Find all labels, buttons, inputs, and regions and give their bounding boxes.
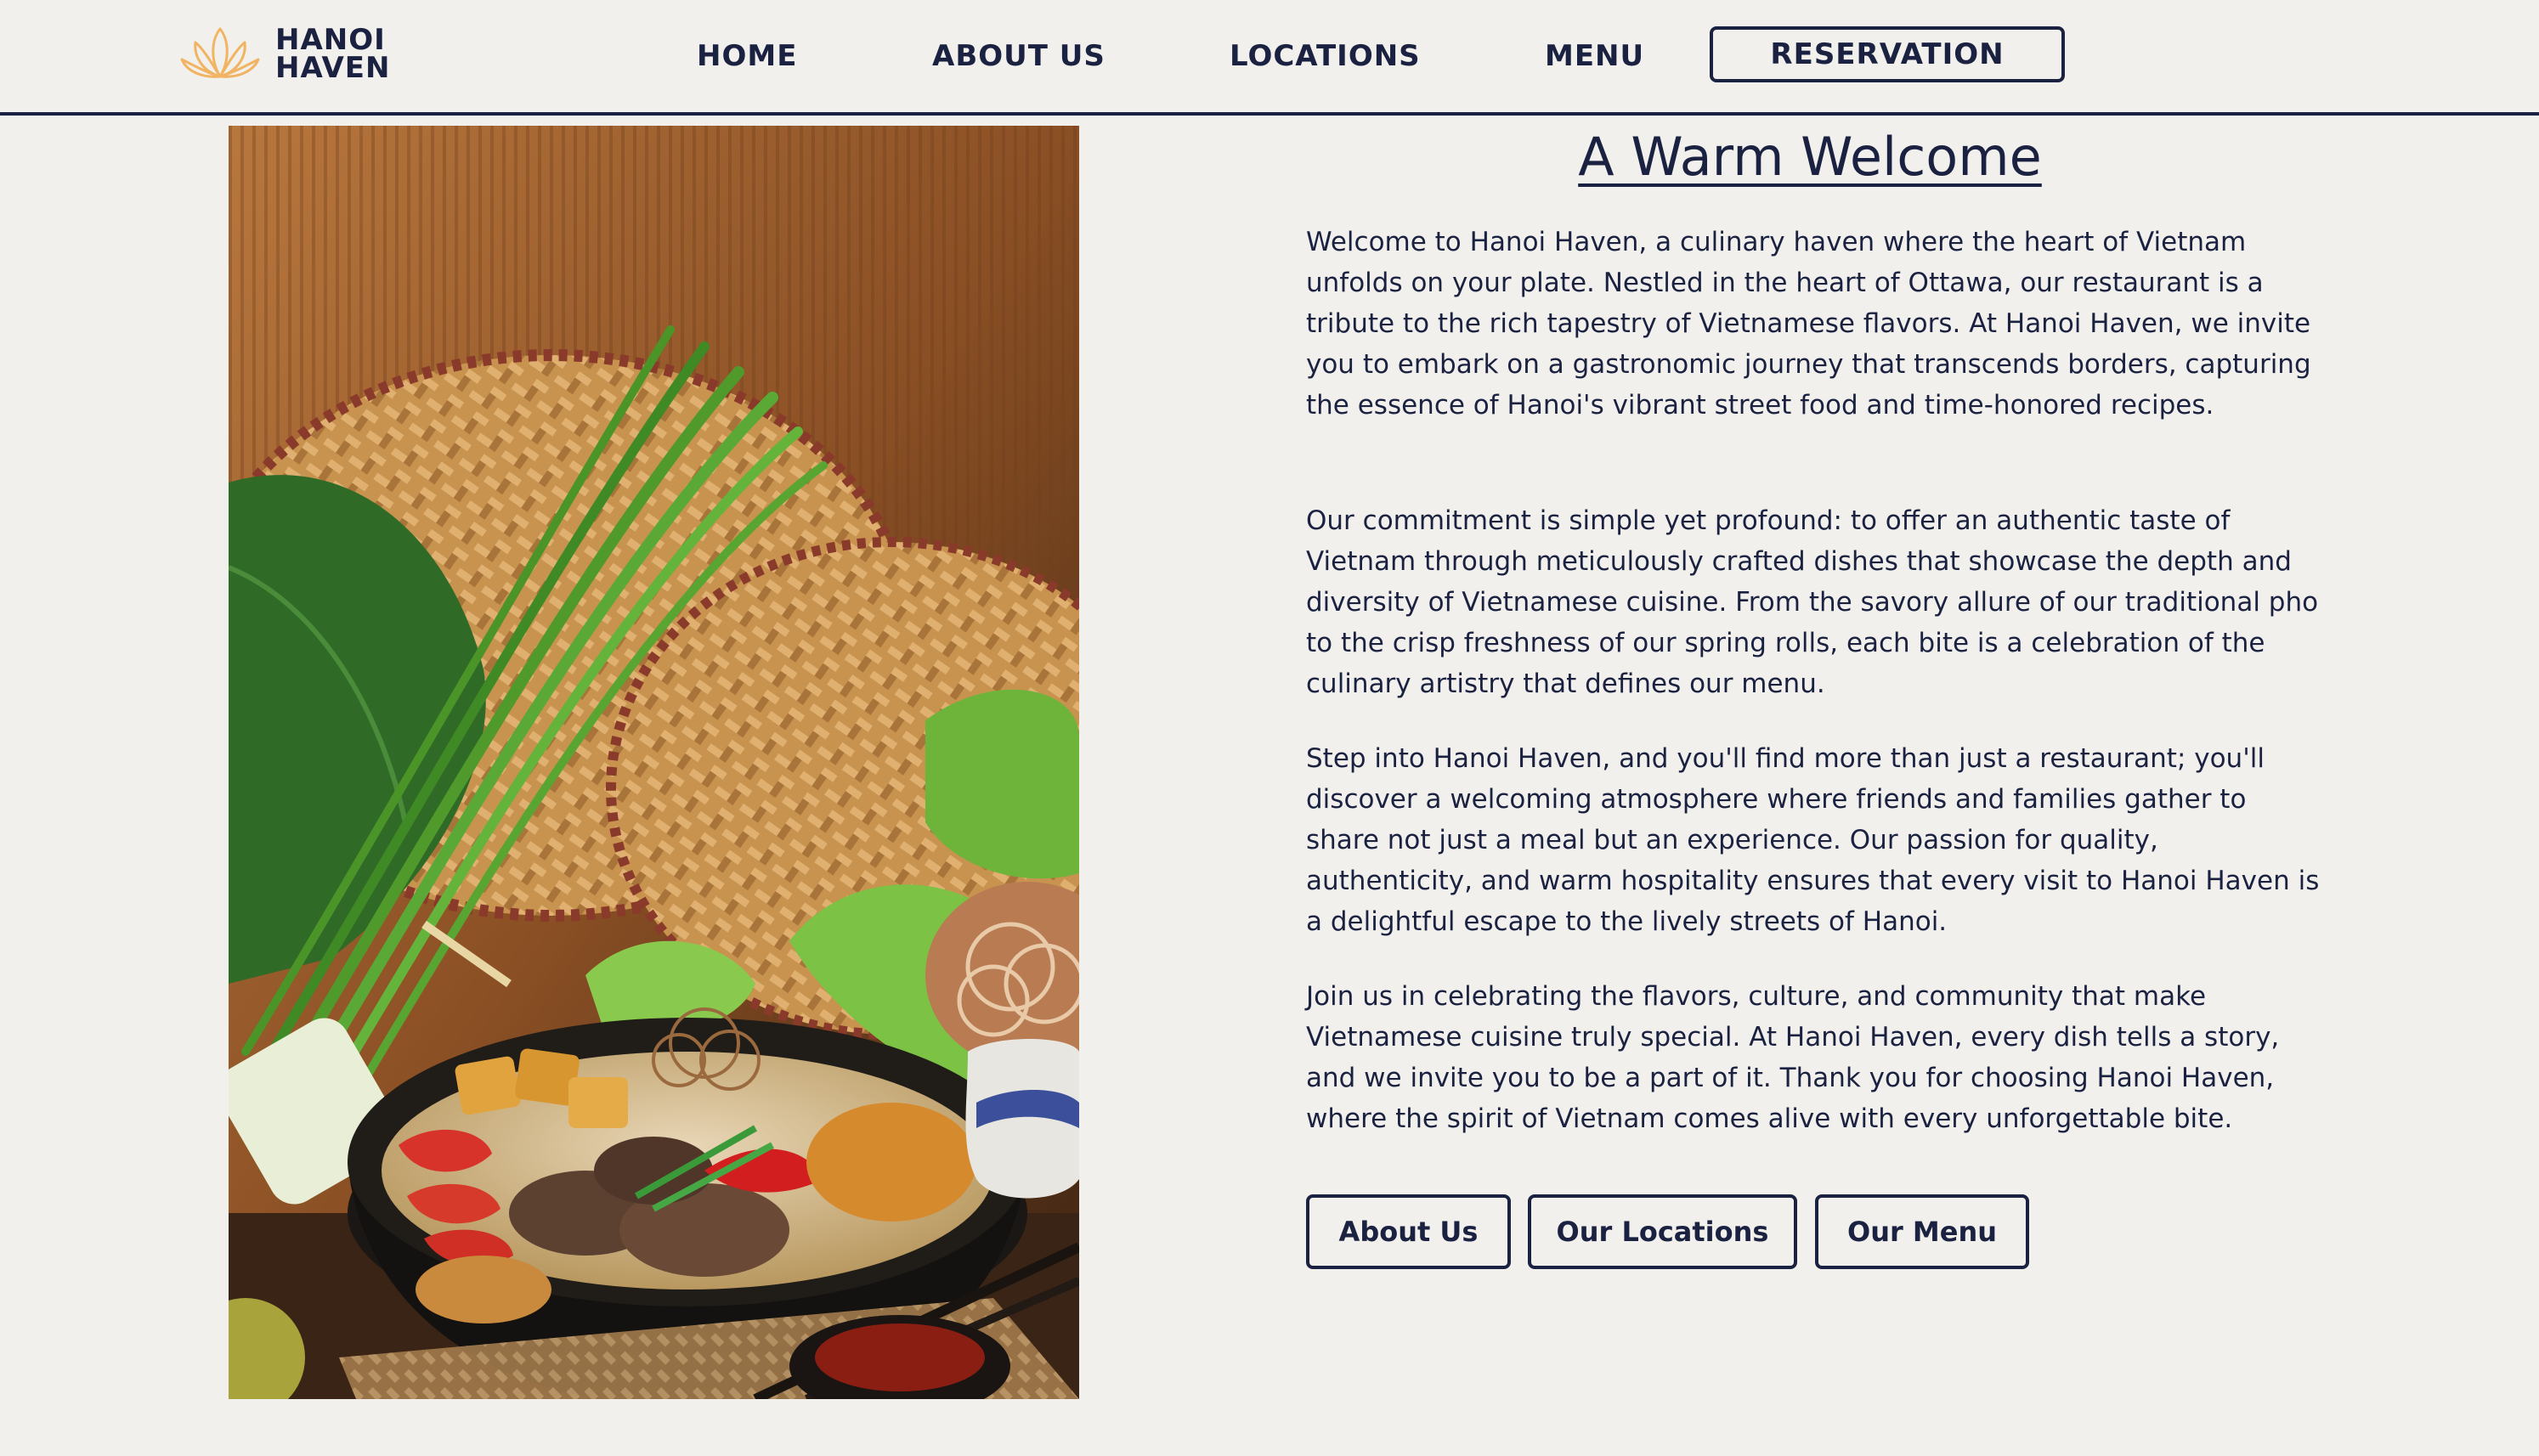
brand-name: HANOI HAVEN xyxy=(275,25,391,85)
about-us-button[interactable]: About Us xyxy=(1306,1194,1511,1269)
noodle-bowl-illustration xyxy=(229,126,1079,1399)
brand-line-2: HAVEN xyxy=(275,51,391,85)
site-header: HANOI HAVEN HOME ABOUT US LOCATIONS MENU… xyxy=(0,0,2539,116)
commitment-paragraph: Our commitment is simple yet profound: t… xyxy=(1306,505,2319,699)
lotus-icon xyxy=(180,27,260,78)
hero-photo xyxy=(229,126,1079,1399)
nav-locations[interactable]: LOCATIONS xyxy=(1230,36,1421,76)
nav-about-us[interactable]: ABOUT US xyxy=(932,36,1106,76)
reservation-button[interactable]: RESERVATION xyxy=(1710,26,2065,82)
atmosphere-paragraph: Step into Hanoi Haven, and you'll find m… xyxy=(1306,743,2320,937)
brand-logo[interactable]: HANOI HAVEN xyxy=(178,22,390,87)
intro-paragraph: Welcome to Hanoi Haven, a culinary haven… xyxy=(1306,227,2311,420)
page-title: A Warm Welcome xyxy=(1578,126,2042,188)
nav-home[interactable]: HOME xyxy=(697,36,797,76)
invitation-paragraph: Join us in celebrating the flavors, cult… xyxy=(1306,981,2280,1134)
our-menu-button[interactable]: Our Menu xyxy=(1815,1194,2029,1269)
our-locations-button[interactable]: Our Locations xyxy=(1528,1194,1797,1269)
nav-menu[interactable]: MENU xyxy=(1545,36,1644,76)
